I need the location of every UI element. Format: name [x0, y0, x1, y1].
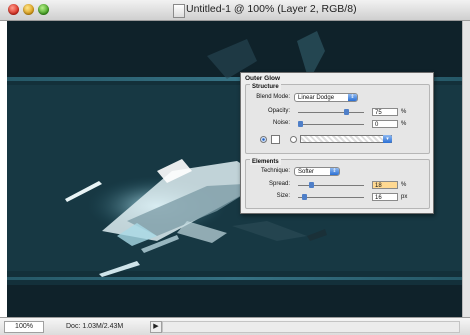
horizontal-scrollbar[interactable]: [162, 321, 460, 333]
noise-label: Noise:: [272, 120, 290, 126]
spread-slider-knob[interactable]: [309, 182, 314, 188]
spread-field[interactable]: 18: [372, 181, 398, 189]
opacity-field[interactable]: 75: [372, 108, 398, 116]
size-slider-knob[interactable]: [302, 194, 307, 200]
size-unit: px: [401, 194, 408, 200]
status-bar: 100% Doc: 1.03M/2.43M ▶: [0, 317, 470, 335]
noise-slider-knob[interactable]: [298, 121, 303, 127]
zoom-level-field[interactable]: 100%: [4, 321, 44, 333]
status-menu-arrow-icon[interactable]: ▶: [150, 321, 162, 333]
gradient-dropdown-arrow-icon: ▾: [383, 135, 392, 143]
noise-field[interactable]: 0: [372, 120, 398, 128]
dialog-title: Outer Glow: [245, 75, 281, 82]
blend-mode-select[interactable]: Linear Dodge ⇕: [294, 93, 358, 102]
noise-unit: %: [401, 121, 407, 127]
dropdown-arrow-icon: ⇕: [330, 168, 339, 175]
color-radio-button[interactable]: [260, 136, 267, 143]
technique-label: Technique:: [260, 168, 290, 174]
size-label: Size:: [276, 193, 290, 199]
opacity-unit: %: [401, 109, 407, 115]
document-size-info: Doc: 1.03M/2.43M: [66, 323, 124, 330]
blend-mode-label: Blend Mode:: [256, 94, 290, 100]
opacity-slider-knob[interactable]: [344, 109, 349, 115]
document-icon: [173, 4, 185, 18]
gradient-radio-button[interactable]: [290, 136, 297, 143]
outer-glow-dialog: Outer Glow Structure Blend Mode: Linear …: [240, 72, 434, 214]
blend-mode-value: Linear Dodge: [298, 95, 335, 101]
window-title: Untitled-1 @ 100% (Layer 2, RGB/8): [186, 3, 357, 15]
opacity-label: Opacity:: [267, 108, 290, 114]
structure-group: Structure Blend Mode: Linear Dodge ⇕ Opa…: [245, 84, 430, 154]
elements-group: Elements Technique: Softer ⇕ Spread: 18 …: [245, 159, 430, 209]
title-bar: Untitled-1 @ 100% (Layer 2, RGB/8): [0, 0, 470, 21]
spread-label: Spread:: [268, 181, 290, 187]
glow-color-swatch[interactable]: [271, 135, 280, 144]
zoom-window-button[interactable]: [38, 4, 49, 15]
minimize-window-button[interactable]: [23, 4, 34, 15]
opacity-slider[interactable]: [298, 109, 364, 115]
size-field[interactable]: 16: [372, 193, 398, 201]
spread-unit: %: [401, 182, 407, 188]
vertical-scrollbar[interactable]: [462, 21, 470, 317]
dropdown-arrow-icon: ⇕: [348, 94, 357, 101]
size-slider[interactable]: [298, 194, 364, 200]
spread-slider[interactable]: [298, 182, 364, 188]
photoshop-document-window: Untitled-1 @ 100% (Layer 2, RGB/8) 100% …: [0, 0, 470, 335]
structure-label: Structure: [250, 84, 281, 90]
close-window-button[interactable]: [8, 4, 19, 15]
gradient-picker[interactable]: ▾: [300, 135, 392, 143]
elements-label: Elements: [250, 159, 281, 165]
technique-value: Softer: [298, 169, 315, 175]
technique-select[interactable]: Softer ⇕: [294, 167, 340, 176]
noise-slider[interactable]: [298, 121, 364, 127]
